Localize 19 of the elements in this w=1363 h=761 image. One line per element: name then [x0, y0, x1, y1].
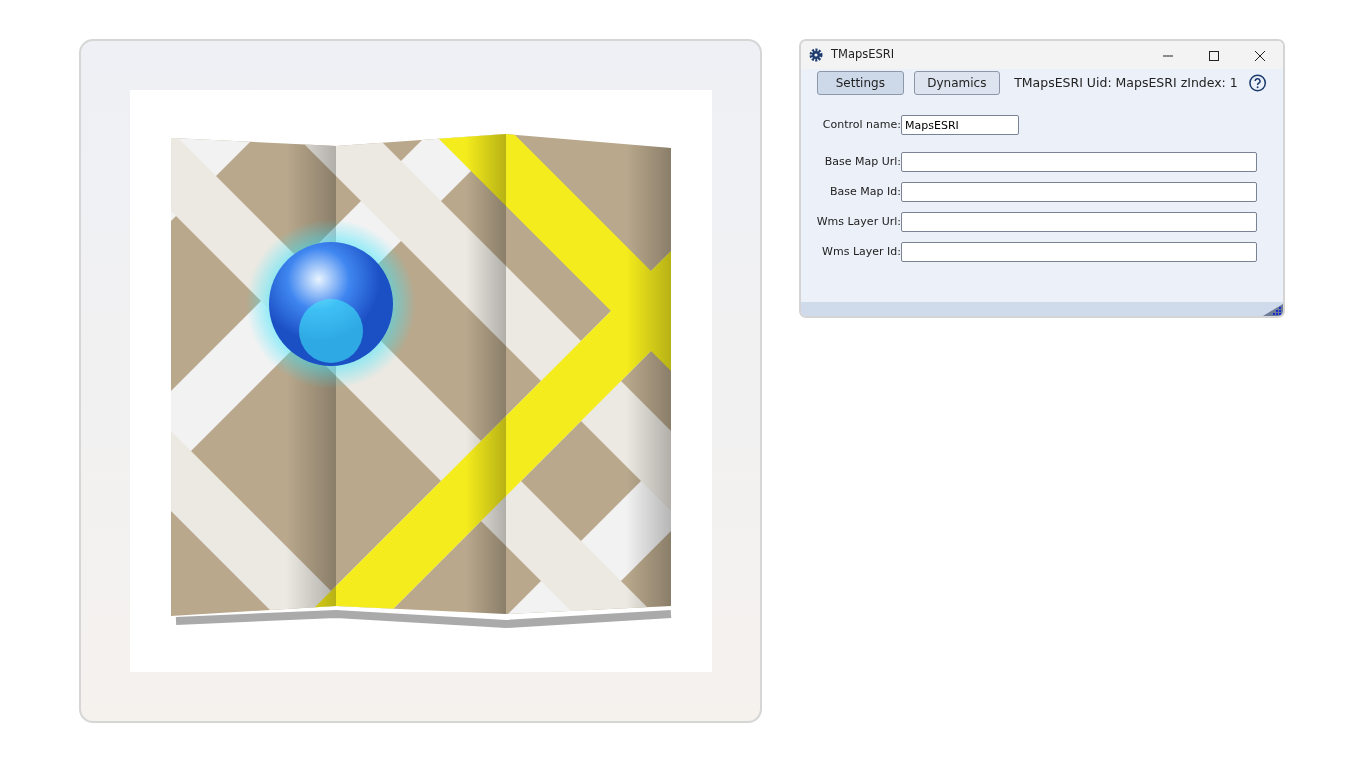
input-field[interactable] — [901, 182, 1257, 202]
help-icon[interactable] — [1247, 73, 1267, 93]
tab[interactable]: Dynamics — [913, 71, 1001, 95]
field-label: Base Map Id: — [829, 183, 901, 200]
component-info: TMapsESRI Uid: MapsESRI zIndex: 1 — [1014, 73, 1238, 92]
maximize-icon — [1208, 49, 1220, 62]
field-label: Wms Layer Id: — [821, 243, 901, 260]
gear-icon — [809, 48, 823, 62]
resize-grip-icon[interactable] — [1263, 304, 1283, 316]
control-name-field[interactable]: MapsESRI — [901, 115, 1019, 135]
input-field[interactable] — [901, 152, 1257, 172]
close-icon — [1254, 49, 1266, 62]
input-field[interactable] — [901, 212, 1257, 232]
tab[interactable]: Settings — [817, 71, 904, 95]
input-field[interactable] — [901, 242, 1257, 262]
field-label: Base Map Url: — [823, 153, 901, 170]
window-title: TMapsESRI — [831, 46, 896, 64]
field-label: Control name: — [821, 116, 901, 133]
field-label: Wms Layer Url: — [815, 213, 901, 230]
